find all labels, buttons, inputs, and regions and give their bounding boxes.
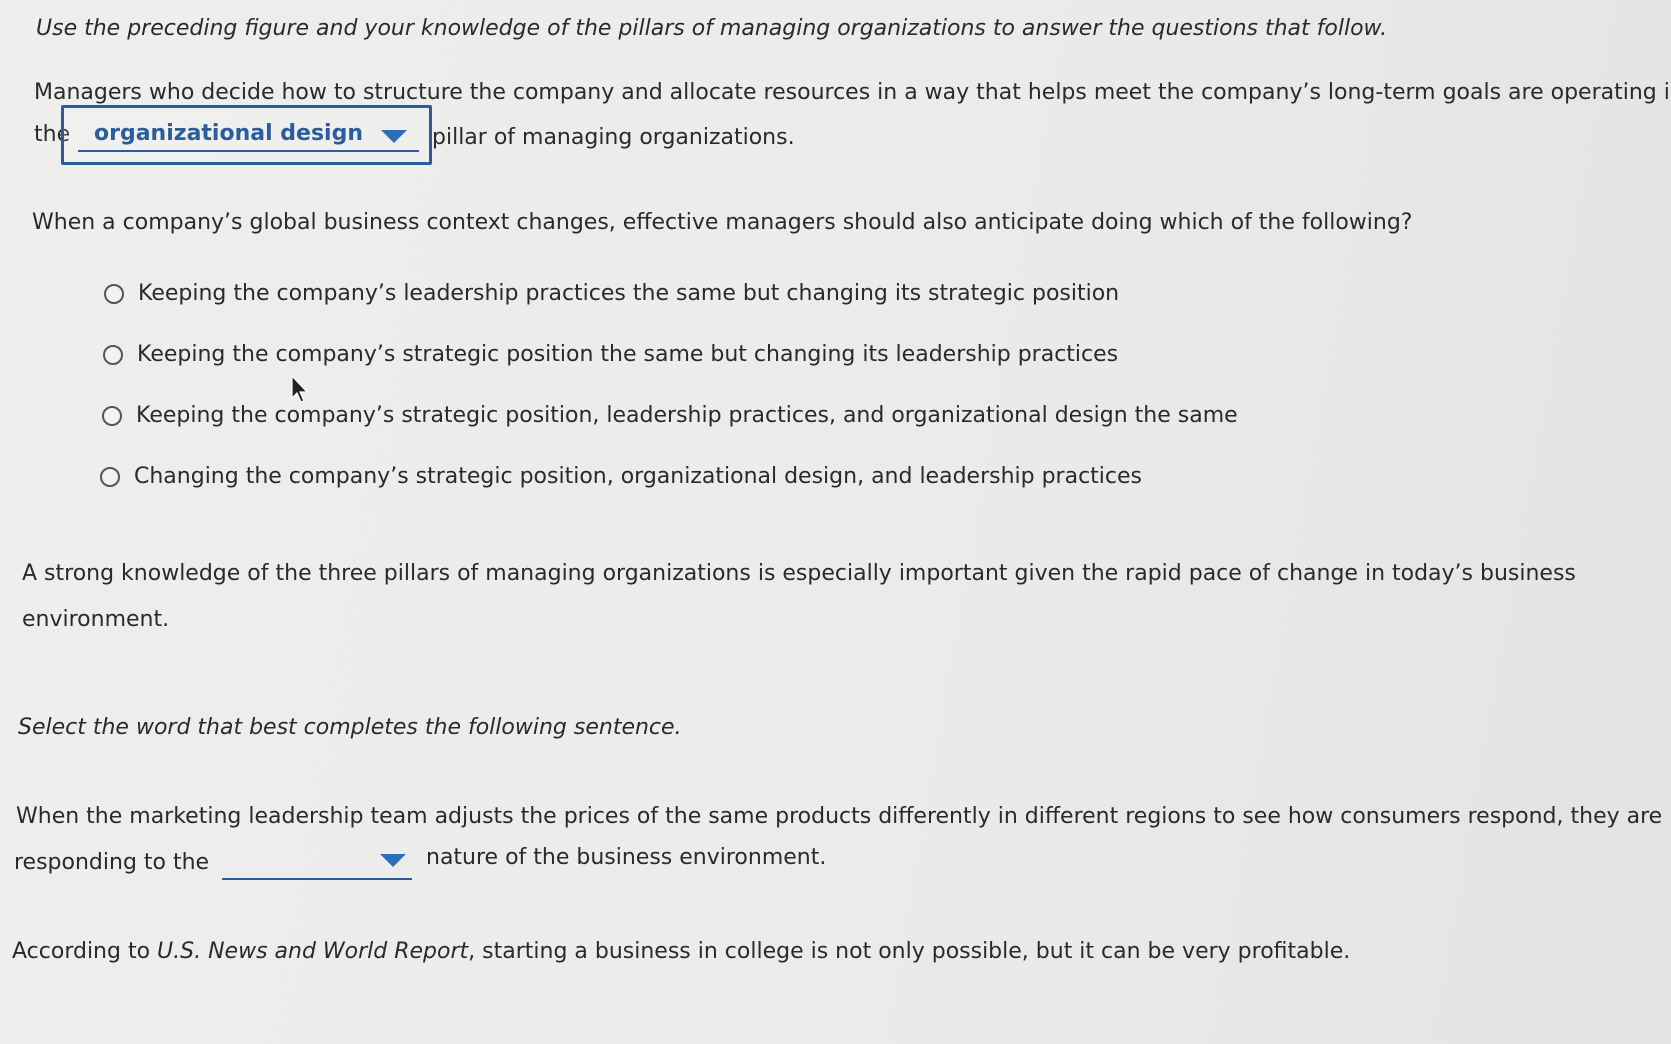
- question-page: Use the preceding figure and your knowle…: [0, 0, 1671, 1044]
- radio-button[interactable]: [104, 284, 124, 304]
- closing-text-before: According to: [12, 939, 158, 964]
- q2-option-4[interactable]: Changing the company’s strategic positio…: [100, 462, 1142, 492]
- radio-button[interactable]: [103, 345, 123, 365]
- q1-dropdown-selected-value: organizational design: [94, 120, 364, 146]
- select-word-instruction: Select the word that best completes the …: [18, 715, 682, 740]
- intro-instruction: Use the preceding figure and your knowle…: [36, 16, 1388, 41]
- closing-text-after: , starting a business in college is not …: [468, 939, 1351, 964]
- q2-option-2[interactable]: Keeping the company’s strategic position…: [103, 340, 1118, 370]
- chevron-down-icon: [380, 854, 406, 867]
- closing-statement: According to U.S. News and World Report,…: [12, 937, 1350, 967]
- q2-option-3[interactable]: Keeping the company’s strategic position…: [102, 401, 1238, 431]
- q1-suffix: pillar of managing organizations.: [432, 125, 795, 150]
- q2-option-2-label: Keeping the company’s strategic position…: [137, 342, 1119, 367]
- q3-line1: When the marketing leadership team adjus…: [16, 804, 1663, 829]
- q1-line1: Managers who decide how to structure the…: [34, 80, 1671, 105]
- closing-source: U.S. News and World Report: [157, 939, 469, 964]
- q1-pillar-dropdown[interactable]: organizational design: [61, 105, 432, 165]
- chevron-down-icon: [381, 130, 407, 143]
- q1-dropdown-field: organizational design: [78, 116, 419, 152]
- q3-nature-dropdown[interactable]: [222, 846, 412, 880]
- q2-prompt: When a company’s global business context…: [32, 210, 1413, 235]
- q2-option-1-label: Keeping the company’s leadership practic…: [138, 281, 1120, 306]
- context-paragraph-line1: A strong knowledge of the three pillars …: [22, 561, 1576, 586]
- mouse-pointer-icon: [291, 374, 309, 403]
- q2-option-1[interactable]: Keeping the company’s leadership practic…: [104, 279, 1119, 309]
- context-paragraph-line2: environment.: [22, 607, 170, 632]
- radio-button[interactable]: [102, 406, 122, 426]
- radio-button[interactable]: [100, 467, 120, 487]
- q2-option-4-label: Changing the company’s strategic positio…: [134, 464, 1143, 489]
- q3-suffix: nature of the business environment.: [426, 845, 827, 870]
- q3-prefix: responding to the: [14, 850, 210, 875]
